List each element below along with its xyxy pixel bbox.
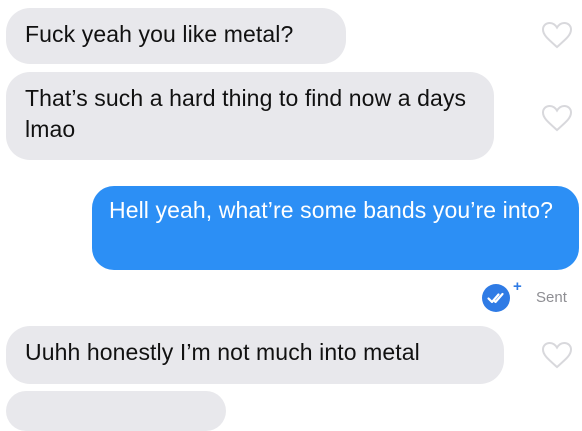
heart-icon[interactable] xyxy=(540,20,574,50)
heart-icon[interactable] xyxy=(540,103,574,133)
message-text: That’s such a hard thing to find now a d… xyxy=(25,85,467,142)
message-text: Uuhh honestly I’m not much into metal xyxy=(25,339,420,365)
message-bubble-incoming[interactable]: That’s such a hard thing to find now a d… xyxy=(6,72,494,160)
message-bubble-incoming[interactable]: Fuck yeah you like metal? xyxy=(6,8,346,64)
message-text: Hell yeah, what’re some bands you’re int… xyxy=(109,197,553,223)
double-check-badge-icon xyxy=(482,284,510,312)
heart-icon[interactable] xyxy=(540,340,574,370)
message-bubble-incoming[interactable]: Uuhh honestly I’m not much into metal xyxy=(6,326,504,384)
delivery-status: + Sent xyxy=(482,279,582,314)
plus-icon: + xyxy=(513,278,522,295)
message-bubble-outgoing[interactable]: Hell yeah, what’re some bands you’re int… xyxy=(92,186,579,270)
message-bubble-incoming-partial[interactable] xyxy=(6,391,226,431)
message-text: Fuck yeah you like metal? xyxy=(25,21,294,47)
sent-label: Sent xyxy=(536,289,567,306)
